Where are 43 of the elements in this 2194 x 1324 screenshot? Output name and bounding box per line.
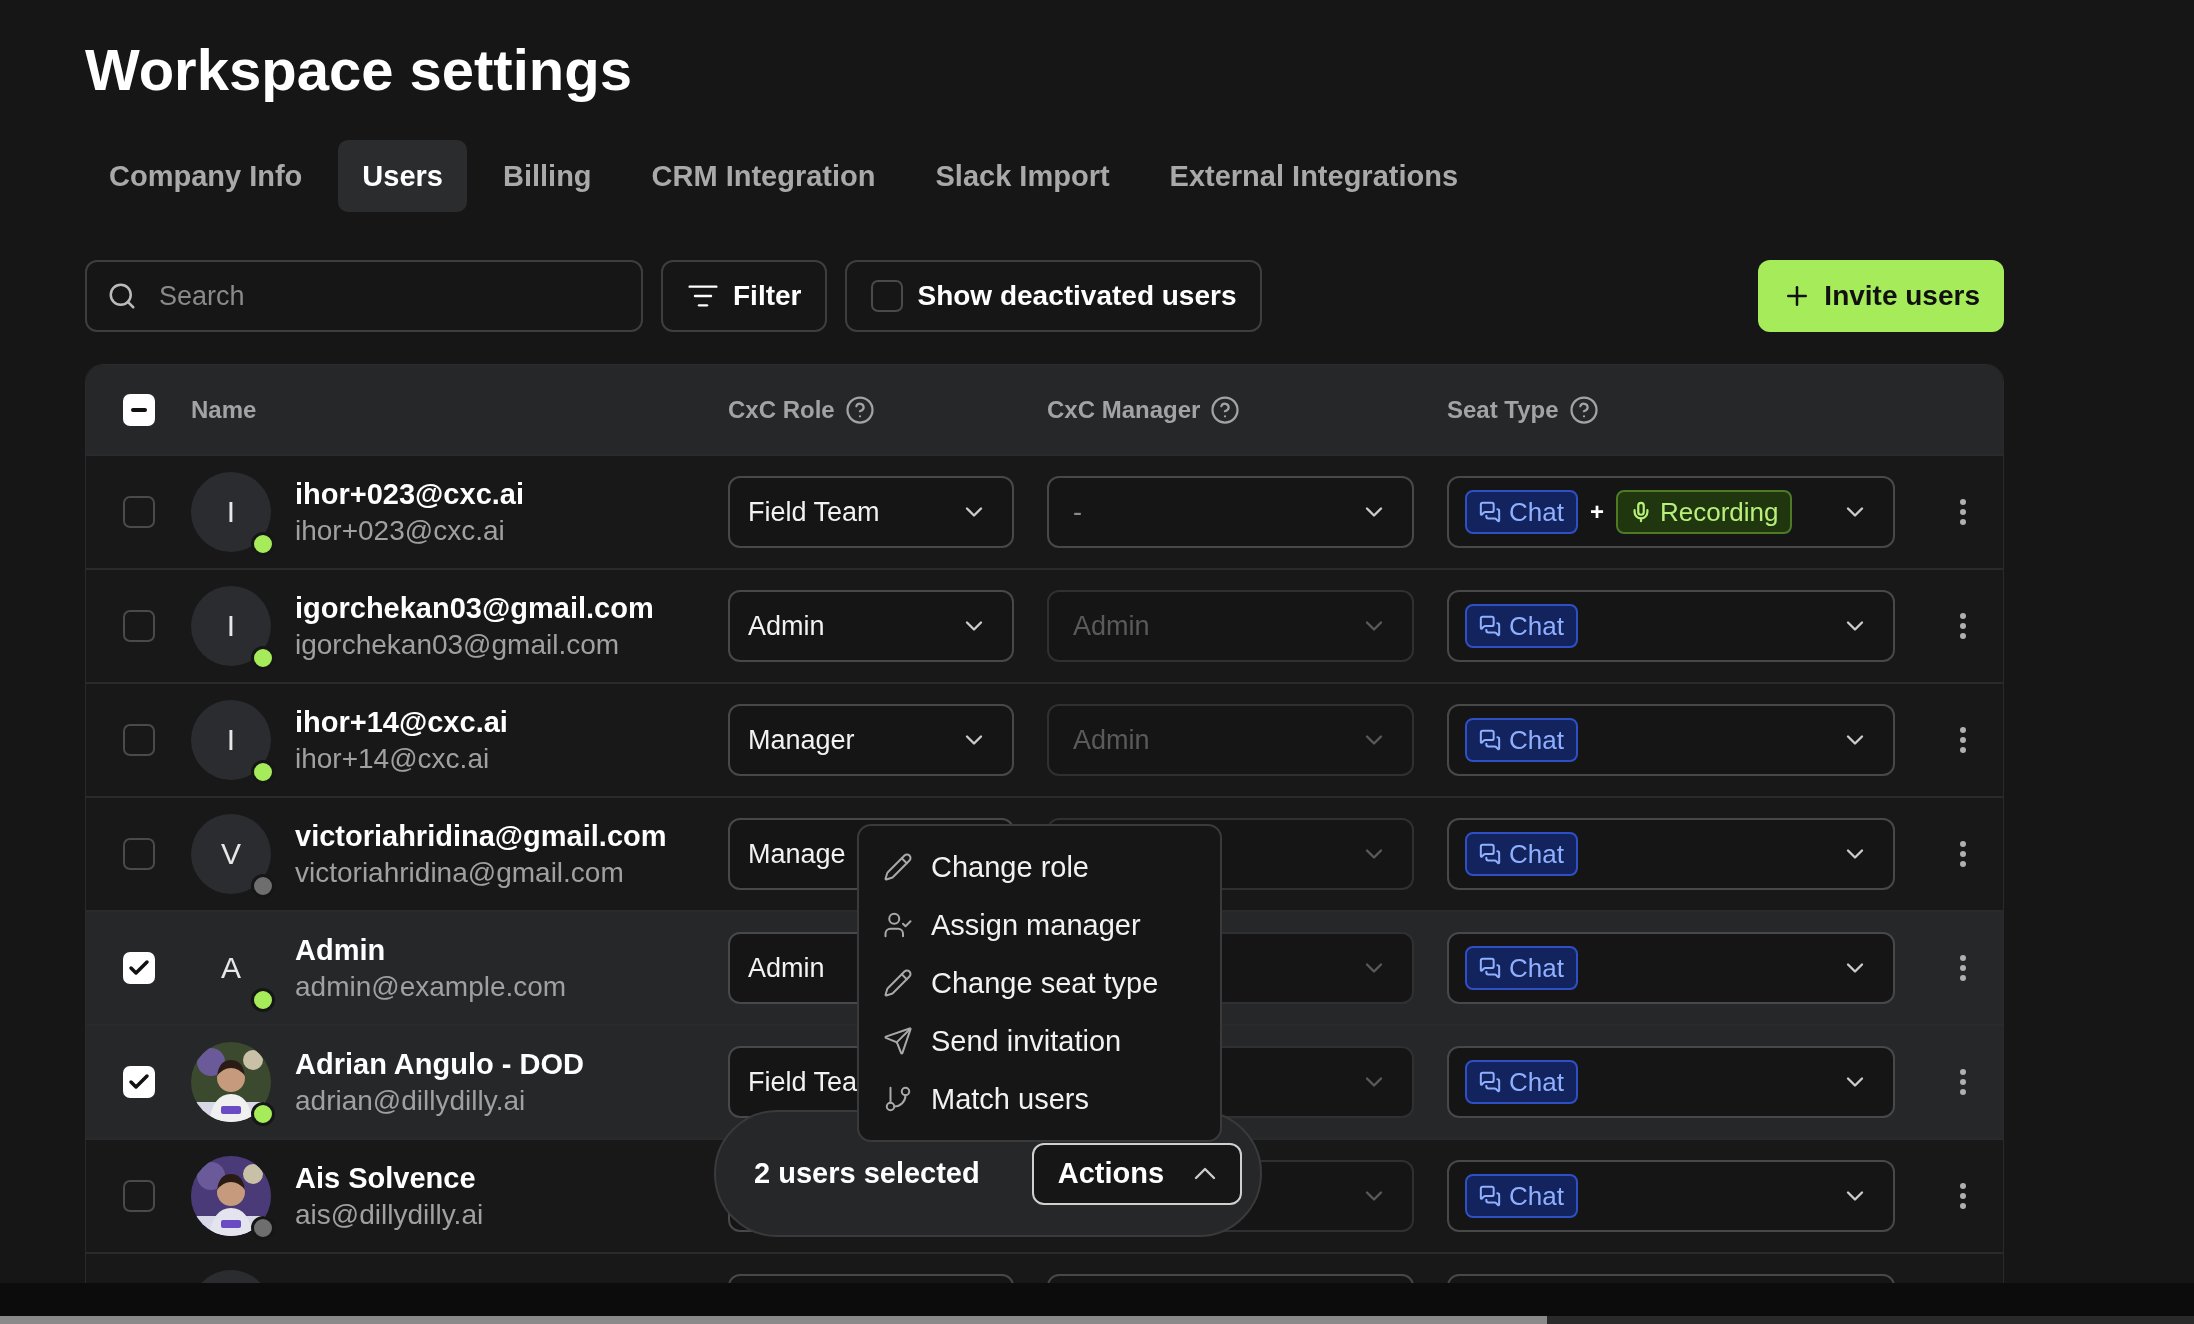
- chat-tag: Chat: [1465, 490, 1578, 534]
- avatar: I: [191, 700, 271, 780]
- avatar: A: [220, 950, 242, 986]
- chat-tag: Chat: [1465, 1174, 1578, 1218]
- user-email: ais@dillydilly.ai: [295, 1198, 484, 1231]
- user-name: Ais Solvence: [295, 1161, 477, 1195]
- plus-sign: +: [1589, 498, 1604, 526]
- role-value: Field Tea: [748, 1066, 858, 1098]
- avatar: I: [191, 586, 271, 666]
- page-title: Workspace settings: [85, 36, 632, 104]
- avatar: I: [191, 472, 271, 552]
- user-name: Adrian Angulo - DOD: [295, 1047, 584, 1081]
- role-value: Admin: [748, 610, 825, 642]
- chat-tag: Chat: [1465, 946, 1578, 990]
- role-value: Admin: [748, 952, 825, 984]
- user-email: ihor+14@cxc.ai: [295, 742, 491, 775]
- column-header: Seat Type: [1447, 395, 1559, 424]
- user-name: ihor+023@cxc.ai: [295, 477, 524, 511]
- user-name: victoriahridina@gmail.com: [295, 819, 667, 853]
- user-email: adrian@dillydilly.ai: [295, 1084, 527, 1117]
- user-name: ihor+14@cxc.ai: [295, 705, 508, 739]
- column-header: CxC Manager: [1047, 395, 1201, 424]
- supervisor-value: -: [1073, 496, 1082, 528]
- user-email: igorchekan03@gmail.com: [295, 628, 621, 661]
- role-value: Manager: [748, 724, 855, 756]
- user-name: igorchekan03@gmail.com: [295, 591, 654, 625]
- role-value: Field Team: [748, 496, 880, 528]
- recording-tag: Recording: [1615, 490, 1793, 534]
- role-value: Manage: [748, 838, 846, 870]
- column-header: Name: [191, 395, 257, 424]
- supervisor-value: Admin: [1073, 610, 1150, 642]
- selected-count: 2 users selected: [754, 1157, 980, 1190]
- chat-tag: Chat: [1465, 718, 1578, 762]
- user-email: victoriahridina@gmail.com: [295, 856, 625, 889]
- chat-tag: Chat: [1465, 832, 1578, 876]
- avatar: V: [191, 814, 271, 894]
- column-header: CxC Role: [728, 395, 835, 424]
- user-email: admin@example.com: [295, 970, 567, 1003]
- user-name: Admin: [295, 933, 387, 967]
- supervisor-value: Admin: [1073, 724, 1150, 756]
- user-email: ihor+023@cxc.ai: [295, 514, 506, 547]
- chat-tag: Chat: [1465, 1060, 1578, 1104]
- chat-tag: Chat: [1465, 604, 1578, 648]
